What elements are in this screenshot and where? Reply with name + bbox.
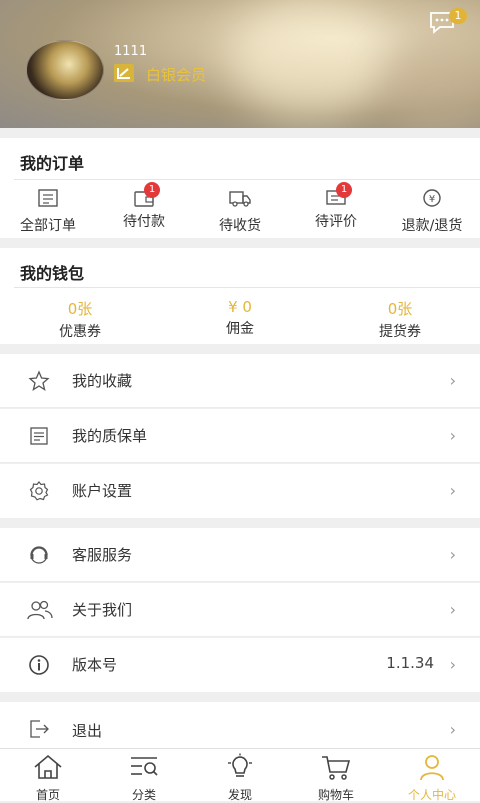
member-level-text: 白银会员: [146, 66, 207, 84]
logout-label: 退出: [72, 722, 103, 740]
tab-discover[interactable]: 发现: [192, 753, 288, 803]
about-us-label: 关于我们: [72, 601, 133, 619]
svg-text:¥: ¥: [429, 194, 435, 205]
cart-icon: [322, 756, 351, 780]
wallet-section: 我的钱包 0张 优惠券 ¥ 0 佣金 0张 提货券: [0, 248, 480, 344]
tab-category[interactable]: 分类: [96, 753, 192, 803]
orders-title: 我的订单: [20, 154, 85, 173]
wallet-commission[interactable]: ¥ 0 佣金: [160, 298, 320, 338]
divider: [0, 407, 480, 408]
divider: [0, 462, 480, 463]
version-value: 1.1.34: [386, 654, 434, 672]
warranty-label: 我的质保单: [72, 427, 148, 445]
divider: [0, 581, 480, 582]
bottom-tab-bar: 首页 分类 发现 购物车 个人中心: [0, 748, 480, 803]
menu-logout[interactable]: 退出 ›: [0, 702, 480, 748]
chevron-right-icon: ›: [449, 371, 456, 390]
tab-cart[interactable]: 购物车: [288, 753, 384, 803]
comment-icon-wrap: 1: [324, 182, 352, 208]
tab-home-label: 首页: [35, 788, 60, 802]
tab-discover-label: 发现: [227, 788, 252, 802]
tab-cart-label: 购物车: [317, 788, 354, 802]
account-settings-label: 账户设置: [72, 482, 133, 500]
message-badge: 1: [449, 8, 467, 24]
order-pending-receipt[interactable]: 待收货: [192, 188, 288, 235]
chevron-right-icon: ›: [449, 720, 456, 739]
divider: [0, 636, 480, 637]
order-all-label: 全部订单: [20, 218, 76, 234]
info-icon: [29, 655, 49, 675]
gear-icon: [29, 481, 49, 501]
menu-warranty[interactable]: 我的质保单 ›: [0, 409, 480, 463]
commission-value: ¥ 0: [228, 298, 252, 316]
logout-icon: [30, 720, 49, 738]
chevron-right-icon: ›: [449, 655, 456, 674]
orders-section: 我的订单 全部订单 1 待付款 待收货 1 待评价 ¥ 退款/退货: [0, 138, 480, 238]
wallet-title: 我的钱包: [20, 264, 85, 283]
version-label: 版本号: [72, 656, 118, 674]
menu-about-us[interactable]: 关于我们 ›: [0, 583, 480, 637]
refund-icon: ¥: [423, 189, 441, 207]
profile-header: 1111 白银会员 1: [0, 0, 480, 128]
tab-home[interactable]: 首页: [0, 753, 96, 803]
coupons-label: 优惠券: [59, 324, 101, 340]
user-icon: [420, 755, 444, 781]
divider: [14, 179, 480, 180]
users-icon: [27, 600, 53, 620]
chevron-right-icon: ›: [449, 545, 456, 564]
order-pending-payment-label: 待付款: [123, 214, 165, 230]
order-pending-receipt-label: 待收货: [219, 218, 261, 234]
wallet-icon-wrap: 1: [132, 182, 160, 208]
divider: [14, 287, 480, 288]
tab-profile-label: 个人中心: [407, 788, 456, 802]
order-pending-review[interactable]: 1 待评价: [288, 182, 384, 231]
menu-version[interactable]: 版本号 1.1.34 ›: [0, 638, 480, 692]
header-background: [230, 0, 390, 120]
menu-customer-service[interactable]: 客服服务 ›: [0, 528, 480, 582]
menu-favorites[interactable]: 我的收藏 ›: [0, 354, 480, 408]
truck-icon: [229, 191, 251, 207]
order-pending-payment[interactable]: 1 待付款: [96, 182, 192, 231]
vouchers-label: 提货券: [379, 324, 421, 340]
header-background-glow: [380, 40, 480, 128]
menu-account-settings[interactable]: 账户设置 ›: [0, 464, 480, 518]
tab-profile[interactable]: 个人中心: [384, 753, 480, 803]
customer-service-label: 客服服务: [72, 546, 133, 564]
chevron-right-icon: ›: [449, 481, 456, 500]
commission-label: 佣金: [226, 321, 254, 337]
star-icon: [28, 370, 50, 392]
all-orders-icon: [38, 189, 58, 207]
vouchers-value: 0张: [387, 300, 413, 318]
avatar[interactable]: [26, 40, 104, 100]
username: 1111: [114, 44, 148, 59]
chevron-right-icon: ›: [449, 600, 456, 619]
pending-review-badge: 1: [336, 182, 352, 198]
order-all[interactable]: 全部订单: [0, 188, 96, 235]
coupons-value: 0张: [67, 300, 93, 318]
home-icon: [34, 754, 62, 779]
member-level-icon: [114, 64, 134, 82]
category-icon: [131, 757, 158, 776]
order-pending-review-label: 待评价: [315, 214, 357, 230]
wallet-coupons[interactable]: 0张 优惠券: [0, 298, 160, 341]
tab-category-label: 分类: [131, 788, 156, 802]
document-icon: [30, 427, 48, 445]
order-refund-label: 退款/退货: [401, 218, 463, 234]
headset-icon: [30, 546, 48, 564]
bulb-icon: [228, 753, 252, 777]
order-refund[interactable]: ¥ 退款/退货: [384, 188, 480, 235]
chevron-right-icon: ›: [449, 426, 456, 445]
wallet-vouchers[interactable]: 0张 提货券: [320, 298, 480, 341]
pending-payment-badge: 1: [144, 182, 160, 198]
favorites-label: 我的收藏: [72, 372, 133, 390]
